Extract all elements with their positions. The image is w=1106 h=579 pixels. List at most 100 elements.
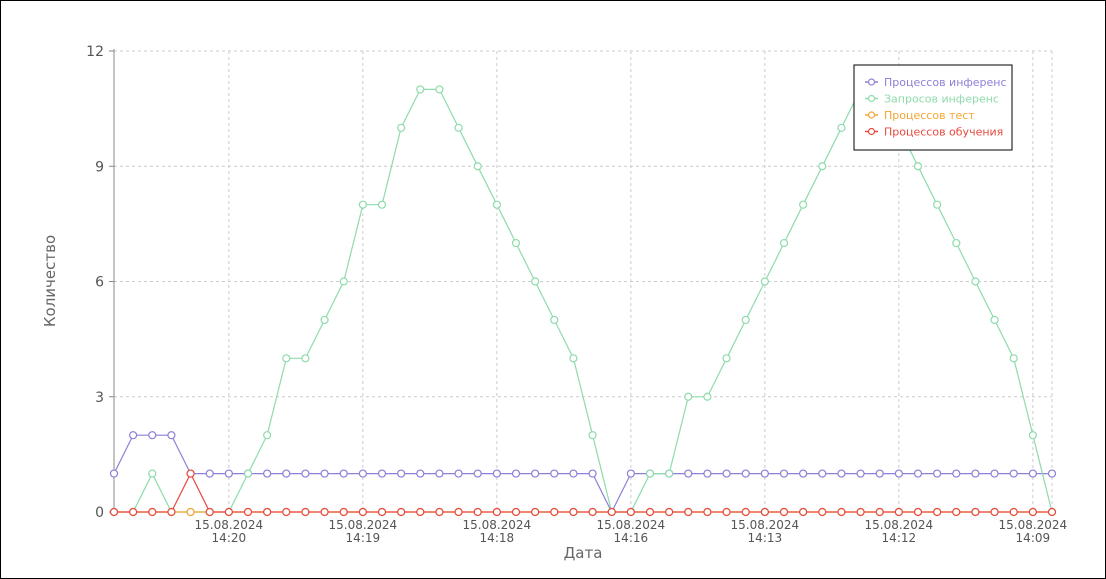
series-point bbox=[760, 507, 769, 517]
series-point bbox=[167, 431, 176, 440]
y-tick-label: 9 bbox=[95, 159, 104, 175]
series-point bbox=[665, 469, 674, 478]
series-point bbox=[1028, 469, 1037, 478]
series-point bbox=[148, 469, 157, 478]
series-point bbox=[531, 507, 540, 517]
series-point bbox=[492, 469, 501, 478]
series-4 bbox=[109, 469, 1057, 517]
series-point bbox=[684, 469, 693, 478]
series-point bbox=[186, 507, 195, 517]
x-tick-label-date: 15.08.2024 bbox=[730, 518, 799, 532]
series-point bbox=[492, 507, 501, 517]
series-point bbox=[856, 469, 865, 478]
series-point bbox=[684, 392, 693, 401]
series-point bbox=[550, 507, 559, 517]
series-point bbox=[263, 431, 272, 440]
series-point bbox=[588, 507, 597, 517]
series-point bbox=[875, 469, 884, 478]
series-point bbox=[952, 238, 961, 248]
x-tick-label-date: 15.08.2024 bbox=[194, 518, 263, 532]
series-point bbox=[722, 354, 731, 363]
series-point bbox=[799, 507, 808, 517]
series-point bbox=[588, 469, 597, 478]
series-point bbox=[224, 507, 233, 517]
series-point bbox=[722, 469, 731, 478]
series-point bbox=[933, 507, 942, 517]
series-point bbox=[703, 392, 712, 401]
series-point bbox=[799, 469, 808, 478]
series-line bbox=[114, 472, 1052, 513]
series-point bbox=[665, 507, 674, 517]
series-point bbox=[435, 507, 444, 517]
series-point bbox=[301, 354, 310, 363]
series-point bbox=[416, 85, 425, 94]
series-point bbox=[282, 469, 291, 478]
series-point bbox=[971, 277, 980, 286]
series-point bbox=[990, 469, 999, 478]
y-axis-title: Количество bbox=[41, 235, 59, 327]
series-point bbox=[550, 469, 559, 478]
series-point bbox=[779, 507, 789, 517]
series-point bbox=[779, 238, 789, 248]
legend-swatch-marker bbox=[867, 78, 876, 86]
series-line bbox=[114, 88, 1053, 513]
series-point bbox=[129, 507, 138, 517]
series-point bbox=[109, 507, 119, 517]
x-tick-label-time: 14:09 bbox=[1016, 531, 1051, 545]
x-tick-label-date: 15.08.2024 bbox=[462, 518, 531, 532]
series-point bbox=[1009, 507, 1018, 517]
series-point bbox=[569, 469, 578, 478]
series-point bbox=[205, 469, 214, 478]
series-point bbox=[779, 469, 789, 478]
series-point bbox=[454, 507, 463, 517]
series-point bbox=[167, 507, 176, 517]
x-tick-label-time: 14:13 bbox=[748, 531, 783, 545]
series-point bbox=[531, 277, 540, 286]
series-point bbox=[263, 507, 272, 517]
series-point bbox=[1047, 507, 1057, 517]
series-point bbox=[818, 507, 827, 517]
series-point bbox=[263, 469, 272, 478]
y-tick-label: 12 bbox=[86, 44, 104, 60]
series-point bbox=[282, 507, 291, 517]
series-point bbox=[626, 507, 635, 517]
series-point bbox=[301, 507, 310, 517]
series-point bbox=[645, 469, 655, 478]
x-tick-label-time: 14:18 bbox=[480, 531, 515, 545]
series-1 bbox=[109, 431, 1057, 517]
series-point bbox=[703, 507, 712, 517]
series-point bbox=[377, 469, 387, 478]
series-point bbox=[971, 469, 980, 478]
series-point bbox=[320, 469, 329, 478]
series-point bbox=[645, 507, 655, 517]
series-point bbox=[397, 507, 406, 517]
series-point bbox=[358, 200, 367, 209]
series-point bbox=[243, 507, 253, 517]
series-point bbox=[320, 507, 329, 517]
series-point bbox=[722, 507, 731, 517]
series-point bbox=[760, 469, 769, 478]
series-point bbox=[416, 469, 425, 478]
series-point bbox=[435, 85, 444, 94]
series-point bbox=[511, 507, 521, 517]
series-point bbox=[148, 507, 157, 517]
series-point bbox=[684, 507, 693, 517]
series-point bbox=[818, 469, 827, 478]
series-point bbox=[569, 507, 578, 517]
legend-label: Процессов инференс bbox=[884, 76, 1007, 89]
series-point bbox=[282, 354, 291, 363]
series-line bbox=[113, 434, 1052, 514]
series-point bbox=[933, 469, 942, 478]
line-chart: 03691215.08.202414:2015.08.202414:1915.0… bbox=[41, 44, 1067, 562]
series-point bbox=[990, 507, 999, 517]
series-point bbox=[626, 469, 635, 478]
series-point bbox=[511, 238, 521, 248]
legend: Процессов инференс Запросов инференс Проце… bbox=[853, 64, 1013, 151]
series-point bbox=[339, 507, 348, 517]
series-point bbox=[377, 507, 387, 517]
series-point bbox=[511, 469, 521, 478]
series-point bbox=[741, 469, 750, 478]
legend-swatch-marker bbox=[867, 94, 876, 103]
legend-label: Процессов тест bbox=[884, 109, 975, 122]
series-point bbox=[703, 469, 712, 478]
